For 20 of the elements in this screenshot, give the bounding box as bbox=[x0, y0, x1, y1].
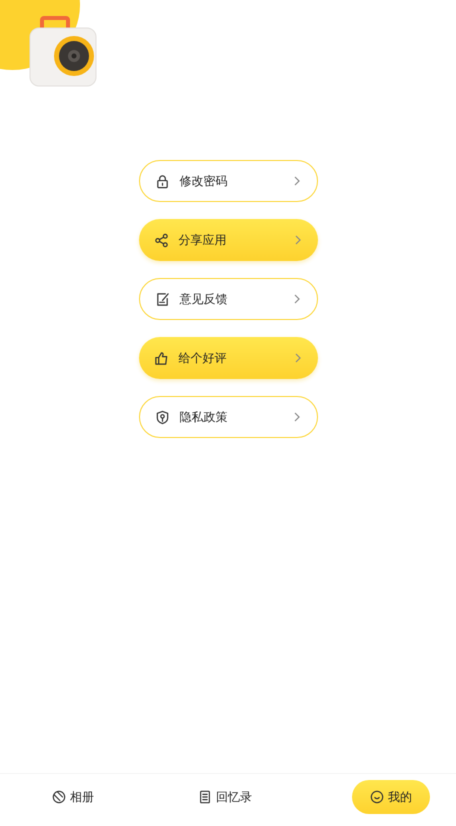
chevron-right-icon bbox=[292, 175, 300, 187]
nav-tab[interactable]: 我的 bbox=[352, 780, 430, 814]
chevron-right-icon bbox=[292, 411, 300, 423]
menu-button[interactable]: 分享应用 bbox=[138, 219, 318, 261]
menu-button[interactable]: 给个好评 bbox=[138, 337, 318, 379]
chevron-right-icon bbox=[294, 352, 302, 364]
chevron-right-icon bbox=[292, 293, 300, 305]
nav-tab[interactable]: 回忆录 bbox=[194, 780, 256, 814]
list-icon bbox=[198, 790, 212, 804]
smile-icon bbox=[370, 790, 384, 804]
share-icon bbox=[154, 232, 168, 248]
chevron-right-icon bbox=[294, 234, 302, 246]
nav-tab[interactable]: 相册 bbox=[48, 780, 98, 814]
lock-icon bbox=[154, 174, 170, 188]
thumbs-up-icon bbox=[154, 350, 168, 366]
edit-icon bbox=[154, 292, 170, 306]
menu-button[interactable]: 意见反馈 bbox=[138, 278, 318, 320]
menu-button[interactable]: 隐私政策 bbox=[138, 396, 318, 438]
menu-button[interactable]: 修改密码 bbox=[138, 160, 318, 202]
shield-icon bbox=[154, 410, 170, 424]
